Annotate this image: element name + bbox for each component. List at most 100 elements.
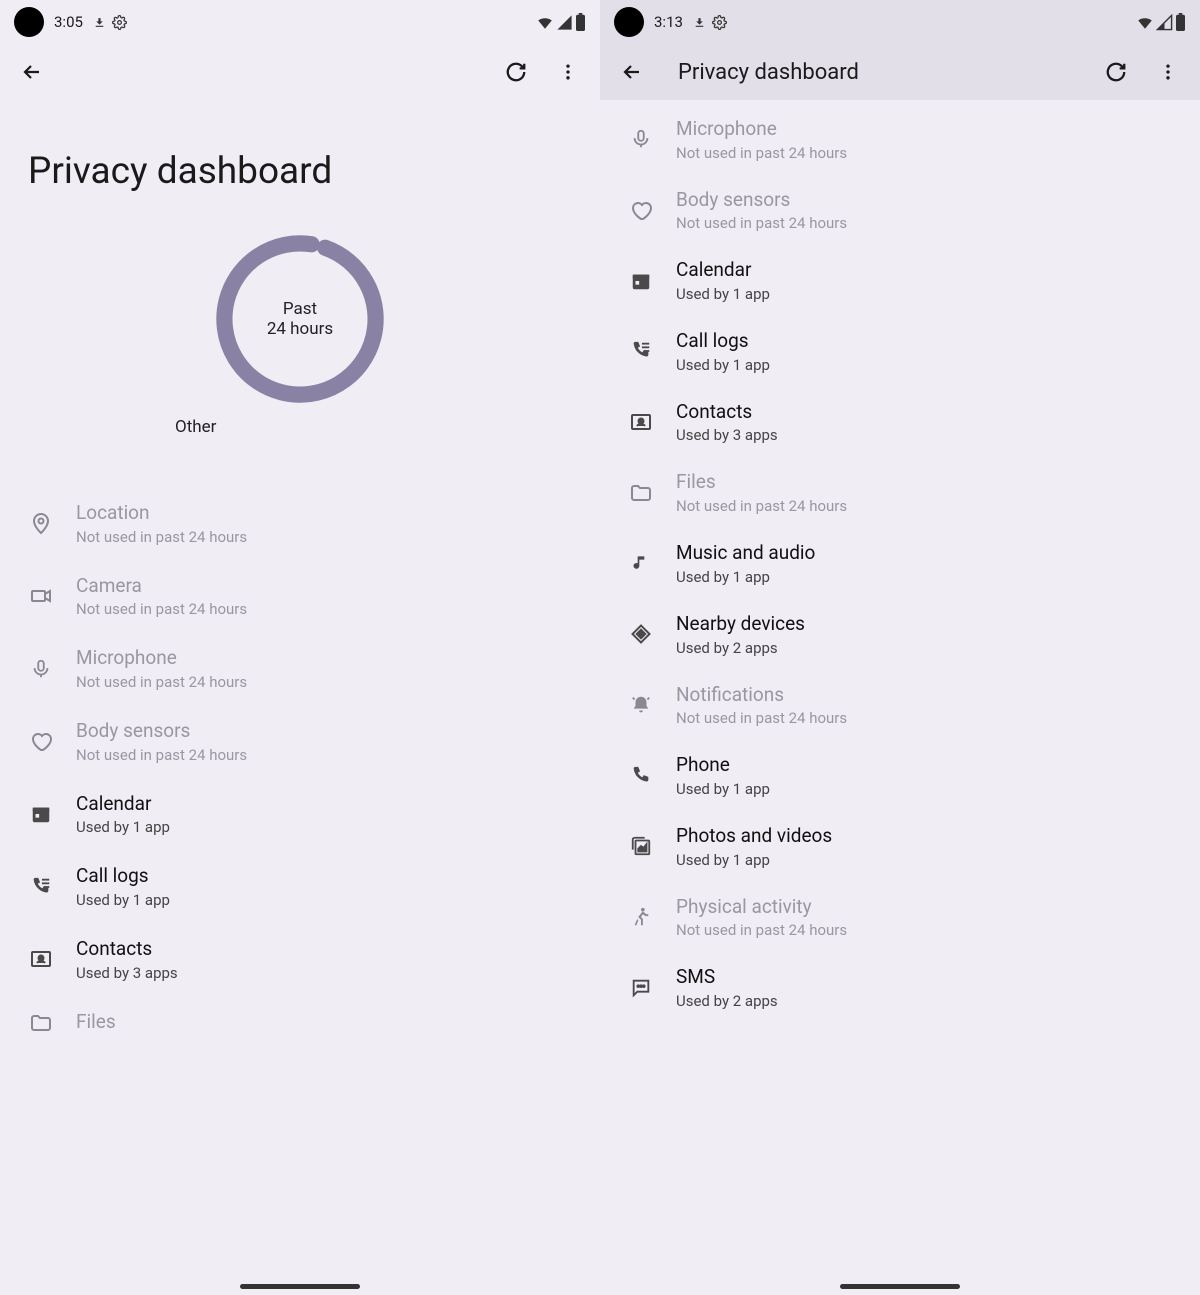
status-time: 3:13 — [654, 13, 683, 31]
permission-row-nearby[interactable]: Nearby devices Used by 2 apps — [610, 599, 1190, 670]
permission-row-activity[interactable]: Physical activityNot used in past 24 hou… — [610, 882, 1190, 953]
row-title: Body sensors — [676, 188, 847, 213]
row-text: NotificationsNot used in past 24 hours — [676, 683, 847, 728]
row-subtitle: Not used in past 24 hours — [676, 144, 847, 162]
row-subtitle: Used by 1 app — [76, 818, 170, 836]
activity-icon — [628, 904, 654, 930]
row-text: Files — [76, 1010, 116, 1035]
permission-row-heart[interactable]: Body sensorsNot used in past 24 hours — [610, 175, 1190, 246]
heart-icon — [28, 728, 54, 754]
heart-icon — [628, 197, 654, 223]
nearby-icon — [628, 621, 654, 647]
row-subtitle: Used by 3 apps — [76, 964, 178, 982]
row-title: Contacts — [676, 400, 778, 425]
mic-icon — [28, 656, 54, 682]
row-text: CalendarUsed by 1 app — [76, 792, 170, 837]
row-text: ContactsUsed by 3 apps — [76, 937, 178, 982]
row-text: CameraNot used in past 24 hours — [76, 574, 247, 619]
row-subtitle: Not used in past 24 hours — [676, 921, 847, 939]
camera-icon — [28, 583, 54, 609]
permission-row-bell[interactable]: NotificationsNot used in past 24 hours — [610, 670, 1190, 741]
calendar-icon — [28, 801, 54, 827]
row-text: FilesNot used in past 24 hours — [676, 470, 847, 515]
refresh-button[interactable] — [1100, 56, 1132, 88]
more-vert-icon — [558, 62, 578, 82]
gear-icon — [712, 15, 727, 30]
permission-row-calendar[interactable]: CalendarUsed by 1 app — [10, 778, 590, 851]
row-title: Files — [76, 1010, 116, 1035]
row-subtitle: Not used in past 24 hours — [676, 497, 847, 515]
refresh-icon — [505, 61, 527, 83]
refresh-button[interactable] — [500, 56, 532, 88]
location-icon — [28, 510, 54, 536]
permission-row-folder[interactable]: Files — [10, 996, 590, 1050]
page-title: Privacy dashboard — [0, 100, 600, 229]
signal-icon — [1156, 14, 1173, 31]
permission-row-heart[interactable]: Body sensorsNot used in past 24 hours — [10, 705, 590, 778]
row-title: Call logs — [676, 329, 770, 354]
download-icon — [93, 16, 106, 29]
permission-row-calendar[interactable]: CalendarUsed by 1 app — [610, 245, 1190, 316]
row-text: Photos and videosUsed by 1 app — [676, 824, 832, 869]
folder-icon — [628, 480, 654, 506]
permission-row-mic[interactable]: MicrophoneNot used in past 24 hours — [610, 104, 1190, 175]
chart-center-line1: Past — [283, 299, 317, 319]
row-text: Call logsUsed by 1 app — [676, 329, 770, 374]
navigation-handle[interactable] — [240, 1284, 360, 1289]
permission-row-location[interactable]: LocationNot used in past 24 hours — [10, 487, 590, 560]
row-text: LocationNot used in past 24 hours — [76, 501, 247, 546]
permissions-list-right: MicrophoneNot used in past 24 hours Body … — [600, 100, 1200, 1023]
account-avatar[interactable] — [614, 7, 644, 37]
row-subtitle: Used by 1 app — [676, 568, 815, 586]
row-text: MicrophoneNot used in past 24 hours — [676, 117, 847, 162]
row-subtitle: Not used in past 24 hours — [76, 673, 247, 691]
row-text: Body sensorsNot used in past 24 hours — [76, 719, 247, 764]
back-button[interactable] — [616, 56, 648, 88]
chart-label: Other — [175, 417, 216, 437]
download-icon — [693, 16, 706, 29]
row-title: Notifications — [676, 683, 847, 708]
contacts-icon — [628, 409, 654, 435]
permission-row-contacts[interactable]: ContactsUsed by 3 apps — [610, 387, 1190, 458]
row-subtitle: Not used in past 24 hours — [76, 528, 247, 546]
mic-icon — [628, 126, 654, 152]
screenshot-left: 3:05 Privacy dashboard — [0, 0, 600, 1295]
row-text: Physical activityNot used in past 24 hou… — [676, 895, 847, 940]
signal-icon — [556, 14, 573, 31]
permission-row-mic[interactable]: Microphone Not used in past 24 hours — [10, 632, 590, 705]
permission-row-phone[interactable]: PhoneUsed by 1 app — [610, 740, 1190, 811]
navigation-handle[interactable] — [840, 1284, 960, 1289]
more-button[interactable] — [1152, 56, 1184, 88]
row-title: Nearby devices — [676, 612, 805, 637]
row-subtitle: Used by 2 apps — [676, 639, 805, 657]
row-title: Physical activity — [676, 895, 847, 920]
more-vert-icon — [1158, 62, 1178, 82]
more-button[interactable] — [552, 56, 584, 88]
page-title: Privacy dashboard — [678, 60, 1080, 85]
phone-icon — [628, 763, 654, 789]
permission-row-music[interactable]: Music and audioUsed by 1 app — [610, 528, 1190, 599]
row-subtitle: Not used in past 24 hours — [76, 600, 247, 618]
wifi-icon — [1136, 13, 1154, 31]
row-title: Microphone — [76, 646, 247, 671]
row-text: Body sensorsNot used in past 24 hours — [676, 188, 847, 233]
row-subtitle: Used by 2 apps — [676, 992, 778, 1010]
back-button[interactable] — [16, 56, 48, 88]
status-time: 3:05 — [54, 13, 83, 31]
contacts-icon — [28, 946, 54, 972]
status-bar: 3:05 — [0, 0, 600, 44]
permission-row-camera[interactable]: CameraNot used in past 24 hours — [10, 560, 590, 633]
wifi-icon — [536, 13, 554, 31]
screenshot-right: 3:13 Privacy dashboard MicrophoneNot use… — [600, 0, 1200, 1295]
permission-row-photos[interactable]: Photos and videosUsed by 1 app — [610, 811, 1190, 882]
permission-row-folder[interactable]: FilesNot used in past 24 hours — [610, 457, 1190, 528]
permission-row-calllog[interactable]: Call logsUsed by 1 app — [610, 316, 1190, 387]
account-avatar[interactable] — [14, 7, 44, 37]
permission-row-sms[interactable]: SMSUsed by 2 apps — [610, 952, 1190, 1023]
permission-row-contacts[interactable]: ContactsUsed by 3 apps — [10, 923, 590, 996]
row-subtitle: Not used in past 24 hours — [676, 709, 847, 727]
row-text: Music and audioUsed by 1 app — [676, 541, 815, 586]
usage-chart: Past 24 hours Other — [0, 229, 600, 437]
permission-row-calllog[interactable]: Call logsUsed by 1 app — [10, 850, 590, 923]
photos-icon — [628, 833, 654, 859]
